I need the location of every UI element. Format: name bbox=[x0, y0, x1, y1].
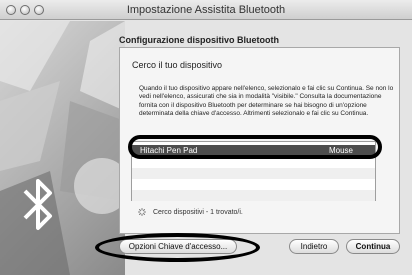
spinner-icon bbox=[138, 208, 146, 216]
bluetooth-setup-window: Impostazione Assistita Bluetooth Configu… bbox=[0, 0, 412, 275]
bluetooth-icon bbox=[0, 21, 125, 275]
back-button[interactable]: Indietro bbox=[289, 239, 339, 254]
window-title: Impostazione Assistita Bluetooth bbox=[126, 4, 286, 16]
page-heading: Configurazione dispositivo Bluetooth bbox=[119, 35, 279, 45]
list-stripe bbox=[132, 168, 375, 179]
panel-title: Cerco il tuo dispositivo bbox=[132, 60, 223, 70]
search-status: Cerco dispositivi - 1 trovato/i. bbox=[153, 209, 243, 216]
device-highlight-annotation bbox=[128, 135, 382, 159]
instructions-text: Quando il tuo dispositivo appare nell'el… bbox=[139, 85, 394, 118]
sidebar-artwork bbox=[0, 21, 125, 275]
list-stripe bbox=[132, 190, 375, 201]
title-bar: Impostazione Assistita Bluetooth bbox=[0, 0, 412, 20]
continue-button[interactable]: Continua bbox=[346, 239, 400, 254]
options-highlight-annotation bbox=[95, 233, 260, 262]
